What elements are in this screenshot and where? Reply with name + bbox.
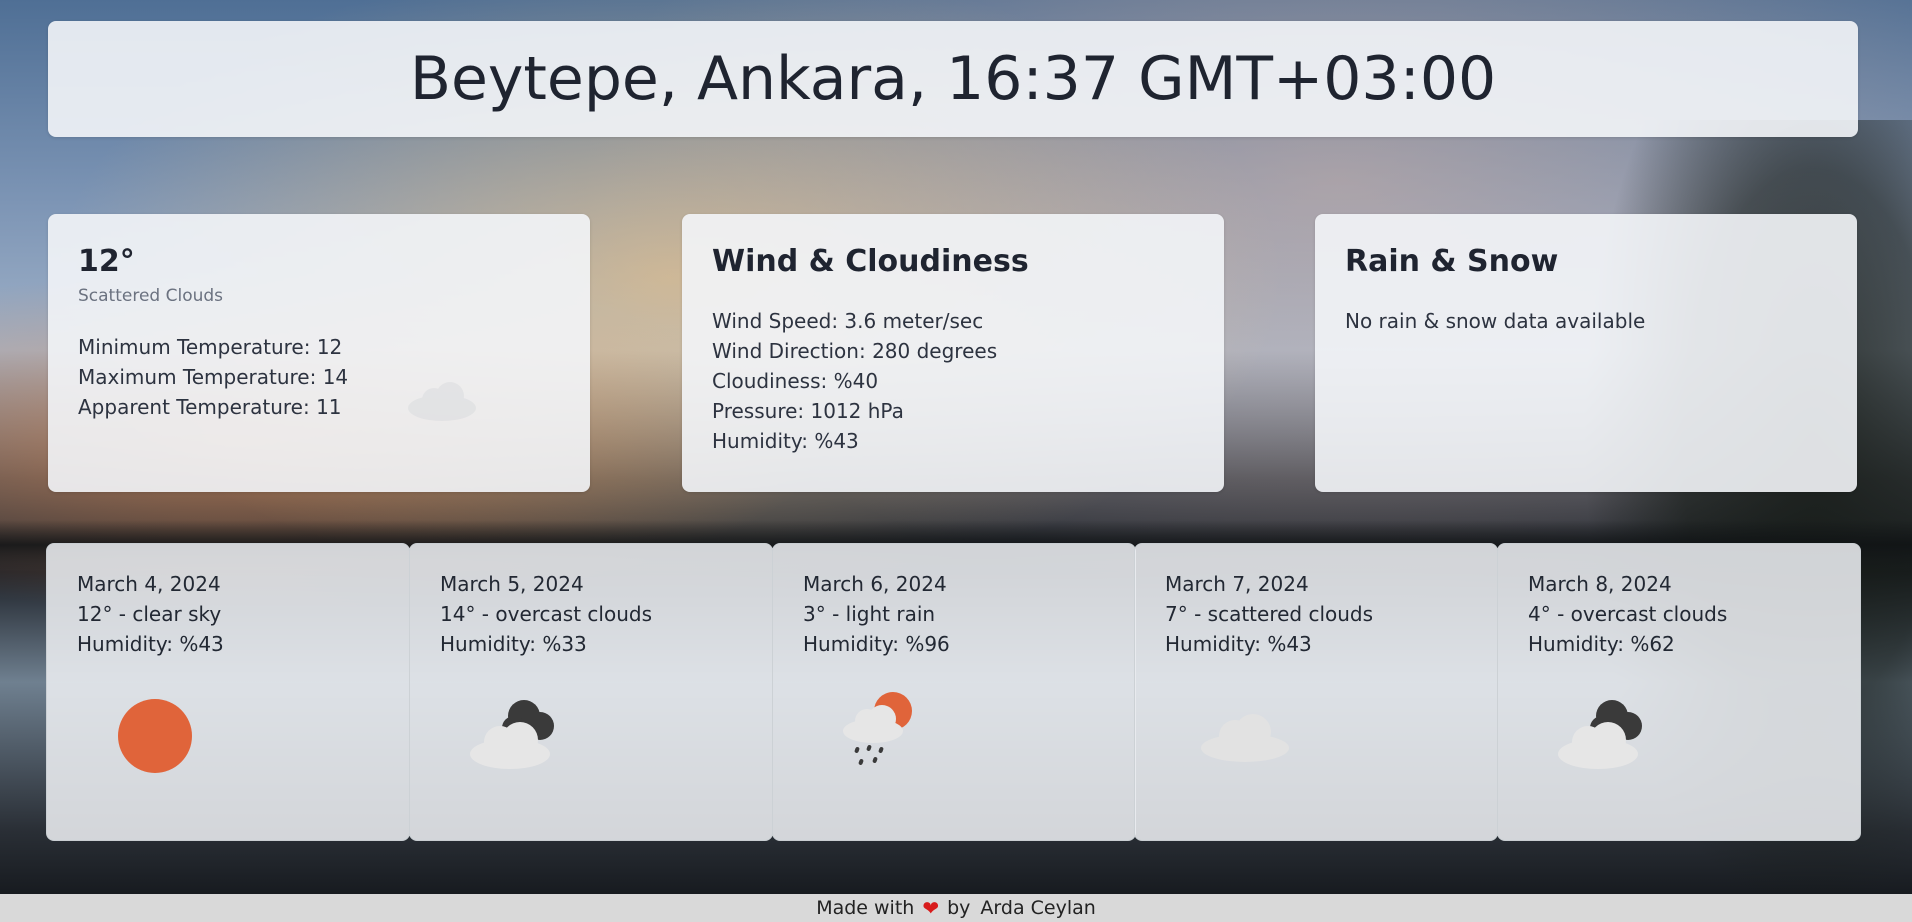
footer-by: by (947, 897, 971, 919)
cloudiness: Cloudiness: %40 (712, 369, 879, 393)
forecast-summary: 7° - scattered clouds (1165, 602, 1374, 626)
wind-speed: Wind Speed: 3.6 meter/sec (712, 309, 984, 333)
max-temperature: Maximum Temperature: 14 (78, 365, 349, 389)
overcast-clouds-icon (1550, 694, 1660, 778)
current-temperature: 12° (78, 244, 135, 279)
wind-cloudiness-card: Wind & Cloudiness Wind Speed: 3.6 meter/… (682, 214, 1224, 492)
sun-icon (115, 694, 195, 778)
forecast-summary: 12° - clear sky (77, 602, 222, 626)
footer-made-with: Made with (816, 897, 915, 919)
scattered-clouds-icon (402, 374, 482, 428)
forecast-humidity: Humidity: %62 (1528, 632, 1675, 656)
overcast-clouds-icon (462, 694, 572, 778)
location-header: Beytepe, Ankara, 16:37 GMT+03:00 (48, 21, 1858, 137)
pressure: Pressure: 1012 hPa (712, 399, 904, 423)
forecast-card-day-2: March 5, 2024 14° - overcast clouds Humi… (409, 543, 773, 841)
forecast-date: March 7, 2024 (1165, 572, 1309, 596)
forecast-summary: 4° - overcast clouds (1528, 602, 1728, 626)
wind-card-title: Wind & Cloudiness (712, 244, 1029, 279)
heart-icon: ❤ (922, 896, 940, 920)
forecast-date: March 6, 2024 (803, 572, 947, 596)
forecast-humidity: Humidity: %43 (1165, 632, 1312, 656)
forecast-humidity: Humidity: %33 (440, 632, 587, 656)
current-description: Scattered Clouds (78, 286, 224, 306)
forecast-date: March 4, 2024 (77, 572, 221, 596)
forecast-card-day-5: March 8, 2024 4° - overcast clouds Humid… (1497, 543, 1861, 841)
forecast-humidity: Humidity: %43 (77, 632, 224, 656)
wind-details: Wind Speed: 3.6 meter/sec Wind Direction… (712, 306, 1200, 456)
current-details: Minimum Temperature: 12 Maximum Temperat… (78, 332, 566, 422)
light-rain-icon (837, 689, 927, 773)
wind-direction: Wind Direction: 280 degrees (712, 339, 998, 363)
footer: Made with ❤ by Arda Ceylan (0, 894, 1912, 922)
forecast-date: March 5, 2024 (440, 572, 584, 596)
forecast-humidity: Humidity: %96 (803, 632, 950, 656)
forecast-card-day-4: March 7, 2024 7° - scattered clouds Humi… (1134, 543, 1498, 841)
cloud-icon (1195, 702, 1295, 776)
min-temperature: Minimum Temperature: 12 (78, 335, 343, 359)
humidity: Humidity: %43 (712, 429, 859, 453)
forecast-summary: 14° - overcast clouds (440, 602, 652, 626)
rain-details: No rain & snow data available (1345, 306, 1833, 336)
page-title: Beytepe, Ankara, 16:37 GMT+03:00 (409, 44, 1497, 114)
forecast-date: March 8, 2024 (1528, 572, 1672, 596)
forecast-card-day-1: March 4, 2024 12° - clear sky Humidity: … (46, 543, 410, 841)
rain-message: No rain & snow data available (1345, 309, 1646, 333)
rain-snow-card: Rain & Snow No rain & snow data availabl… (1315, 214, 1857, 492)
forecast-card-day-3: March 6, 2024 3° - light rain Humidity: … (772, 543, 1136, 841)
apparent-temperature: Apparent Temperature: 11 (78, 395, 342, 419)
rain-card-title: Rain & Snow (1345, 244, 1559, 279)
footer-author: Arda Ceylan (980, 897, 1096, 919)
forecast-summary: 3° - light rain (803, 602, 936, 626)
current-weather-card: 12° Scattered Clouds Minimum Temperature… (48, 214, 590, 492)
